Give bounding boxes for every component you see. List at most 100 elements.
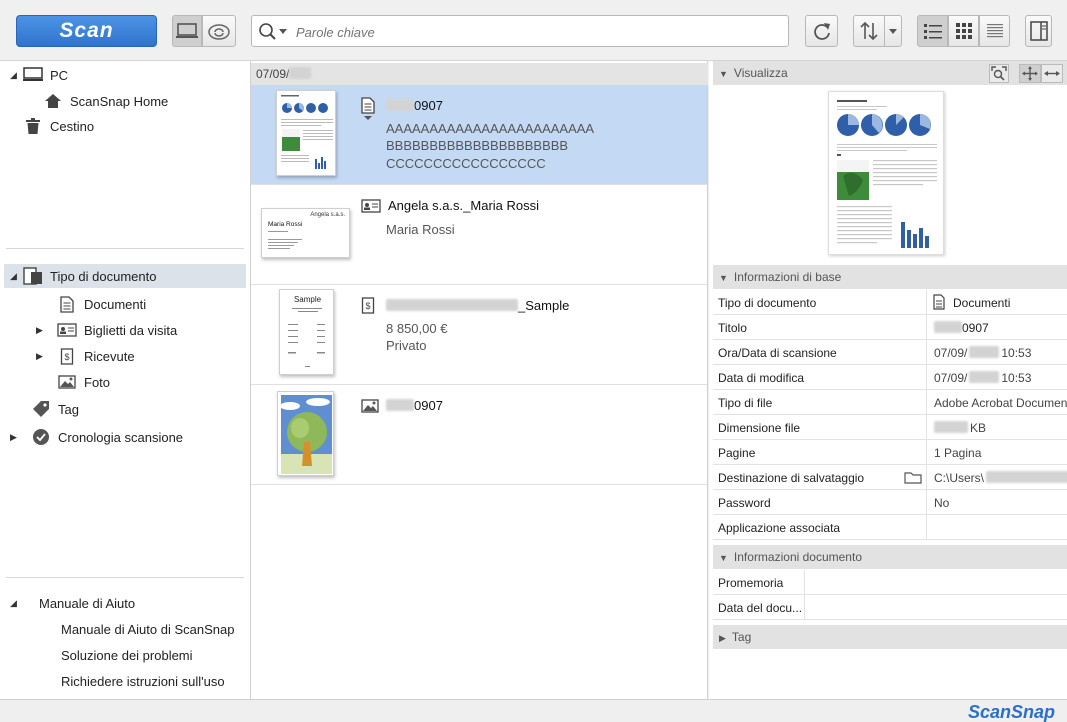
basic-info-header[interactable]: ▼ Informazioni di base xyxy=(713,265,1067,289)
sort-dropdown-button[interactable] xyxy=(884,15,902,47)
collapse-icon[interactable]: ▼ xyxy=(719,553,728,563)
svg-text:$: $ xyxy=(64,352,69,362)
collapse-icon[interactable]: ▼ xyxy=(719,69,728,79)
preview-header[interactable]: ▼ Visualizza xyxy=(713,61,1067,85)
collapse-icon[interactable]: ◢ xyxy=(10,598,39,609)
receipt-icon: $ xyxy=(56,347,78,365)
document-thumbnail xyxy=(276,90,336,176)
divider xyxy=(6,248,244,249)
tree-item-scansnap-home[interactable]: ScanSnap Home xyxy=(42,89,246,113)
item-category: Privato xyxy=(386,338,427,353)
expand-icon[interactable]: ▶ xyxy=(719,633,726,643)
tag-section-header[interactable]: ▶ Tag xyxy=(713,625,1067,649)
tree-item-receipts[interactable]: ▶ $ Ricevute xyxy=(36,344,246,368)
item-title: _Sample xyxy=(386,298,569,313)
tree-item-documents[interactable]: Documenti xyxy=(56,292,246,316)
list-item-business-card[interactable]: Angela s.a.s. Maria Rossi Angela s.a.s._… xyxy=(251,185,707,285)
help-link-instructions[interactable]: Richiedere istruzioni sull'uso xyxy=(61,669,246,693)
search-icon[interactable] xyxy=(258,22,288,42)
search-box[interactable] xyxy=(251,15,789,47)
item-title: 0907 xyxy=(386,398,443,413)
tree-item-business-cards[interactable]: ▶ Biglietti da visita xyxy=(36,318,246,342)
collapse-icon[interactable]: ◢ xyxy=(10,271,22,282)
history-check-icon xyxy=(30,428,52,446)
property-row-modified-date: Data di modifica 07/09/10:53 xyxy=(713,365,1067,390)
item-text-line: CCCCCCCCCCCCCCCCC xyxy=(386,156,546,171)
property-row-title[interactable]: Titolo 0907 xyxy=(713,315,1067,340)
refresh-button[interactable] xyxy=(805,15,838,47)
property-row-save-destination: Destinazione di salvataggio C:\Users\ xyxy=(713,465,1067,490)
computer-icon xyxy=(176,23,198,38)
item-text-line: AAAAAAAAAAAAAAAAAAAAAAAA xyxy=(386,121,595,136)
property-row-associated-app: Applicazione associata xyxy=(713,515,1067,540)
scan-button[interactable]: Scan xyxy=(16,15,157,47)
property-row-doc-type: Tipo di documento Documenti xyxy=(713,290,1067,315)
toolbar: Scan xyxy=(0,0,1067,61)
property-row-pages: Pagine 1 Pagina xyxy=(713,440,1067,465)
navigation-pane: ◢ PC ScanSnap Home Cestino ◢ Tipo di doc… xyxy=(0,61,251,699)
local-view-button[interactable] xyxy=(172,15,202,47)
list-item-document[interactable]: 0907 AAAAAAAAAAAAAAAAAAAAAAAA BBBBBBBBBB… xyxy=(251,85,707,185)
property-row-scan-date: Ora/Data di scansione 07/09/10:53 xyxy=(713,340,1067,365)
photo-icon xyxy=(56,373,78,391)
cloud-view-button[interactable] xyxy=(202,15,236,47)
property-row-file-type: Tipo di file Adobe Acrobat Document xyxy=(713,390,1067,415)
divider xyxy=(6,577,244,578)
receipt-thumbnail: Sample xyxy=(279,289,334,375)
scansnap-logo: ScanSnap xyxy=(967,702,1055,722)
collapse-icon[interactable]: ▼ xyxy=(719,273,728,283)
help-link-troubleshooting[interactable]: Soluzione dei problemi xyxy=(61,643,246,667)
search-input[interactable] xyxy=(296,22,776,42)
list-item-photo[interactable]: 0907 xyxy=(251,385,707,485)
move-tool-button[interactable] xyxy=(1019,64,1041,83)
panel-layout-icon xyxy=(1029,21,1048,41)
thumbnail-view-button[interactable] xyxy=(948,15,979,47)
cloud-sync-icon xyxy=(208,24,230,40)
sort-icon xyxy=(860,21,878,41)
list-view-icon xyxy=(923,24,942,39)
receipt-icon: $ xyxy=(361,297,375,314)
document-preview[interactable] xyxy=(828,91,944,255)
help-link-manual[interactable]: Manuale di Aiuto di ScanSnap xyxy=(61,617,246,641)
tree-item-trash[interactable]: Cestino xyxy=(22,114,246,138)
photo-icon xyxy=(361,399,379,413)
fit-width-button[interactable] xyxy=(1041,64,1063,83)
tree-item-doc-type[interactable]: ◢ Tipo di documento xyxy=(4,264,246,288)
fit-page-button[interactable] xyxy=(989,64,1009,83)
tree-item-tag[interactable]: Tag xyxy=(30,397,246,421)
zoom-fit-icon xyxy=(991,66,1007,81)
document-info-header[interactable]: ▼ Informazioni documento xyxy=(713,545,1067,569)
property-row-memo[interactable]: Promemoria xyxy=(713,570,1067,595)
detail-view-button[interactable] xyxy=(979,15,1010,47)
tree-item-pc[interactable]: ◢ PC xyxy=(10,63,246,87)
date-group-header: 07/09/ xyxy=(251,63,708,85)
tree-item-scan-history[interactable]: ▶ Cronologia scansione xyxy=(10,425,246,449)
item-text-line: BBBBBBBBBBBBBBBBBBBBB xyxy=(386,138,569,153)
expand-icon[interactable]: ▶ xyxy=(36,351,56,362)
detail-list-icon xyxy=(986,24,1003,38)
fit-width-icon xyxy=(1044,71,1060,76)
list-item-receipt[interactable]: Sample $ _Sample 8 850,00 € Privato xyxy=(251,285,707,385)
trash-icon xyxy=(22,117,44,135)
sort-button[interactable] xyxy=(853,15,885,47)
home-icon xyxy=(42,92,64,110)
list-view-button[interactable] xyxy=(917,15,948,47)
item-text-line: Maria Rossi xyxy=(386,222,455,237)
expand-icon[interactable]: ▶ xyxy=(36,325,56,336)
help-section-header[interactable]: ◢ Manuale di Aiuto xyxy=(10,591,246,615)
svg-text:$: $ xyxy=(365,301,370,311)
property-row-document-date[interactable]: Data del docu... xyxy=(713,595,1067,620)
details-pane: ▼ Visualizza ▼ Informazioni di base Tipo d… xyxy=(709,61,1067,699)
folder-icon[interactable] xyxy=(904,471,922,484)
item-title: 0907 xyxy=(386,98,443,113)
business-card-thumbnail: Angela s.a.s. Maria Rossi xyxy=(261,208,350,258)
grid-view-icon xyxy=(955,23,972,39)
status-bar: ScanSnap xyxy=(0,699,1067,722)
tree-item-photos[interactable]: Foto xyxy=(56,370,246,394)
chevron-down-icon xyxy=(889,29,897,34)
toggle-panel-button[interactable] xyxy=(1025,15,1052,47)
collapse-icon[interactable]: ◢ xyxy=(10,70,22,81)
property-row-file-size: Dimensione file KB xyxy=(713,415,1067,440)
document-icon xyxy=(361,97,375,120)
expand-icon[interactable]: ▶ xyxy=(10,432,30,443)
